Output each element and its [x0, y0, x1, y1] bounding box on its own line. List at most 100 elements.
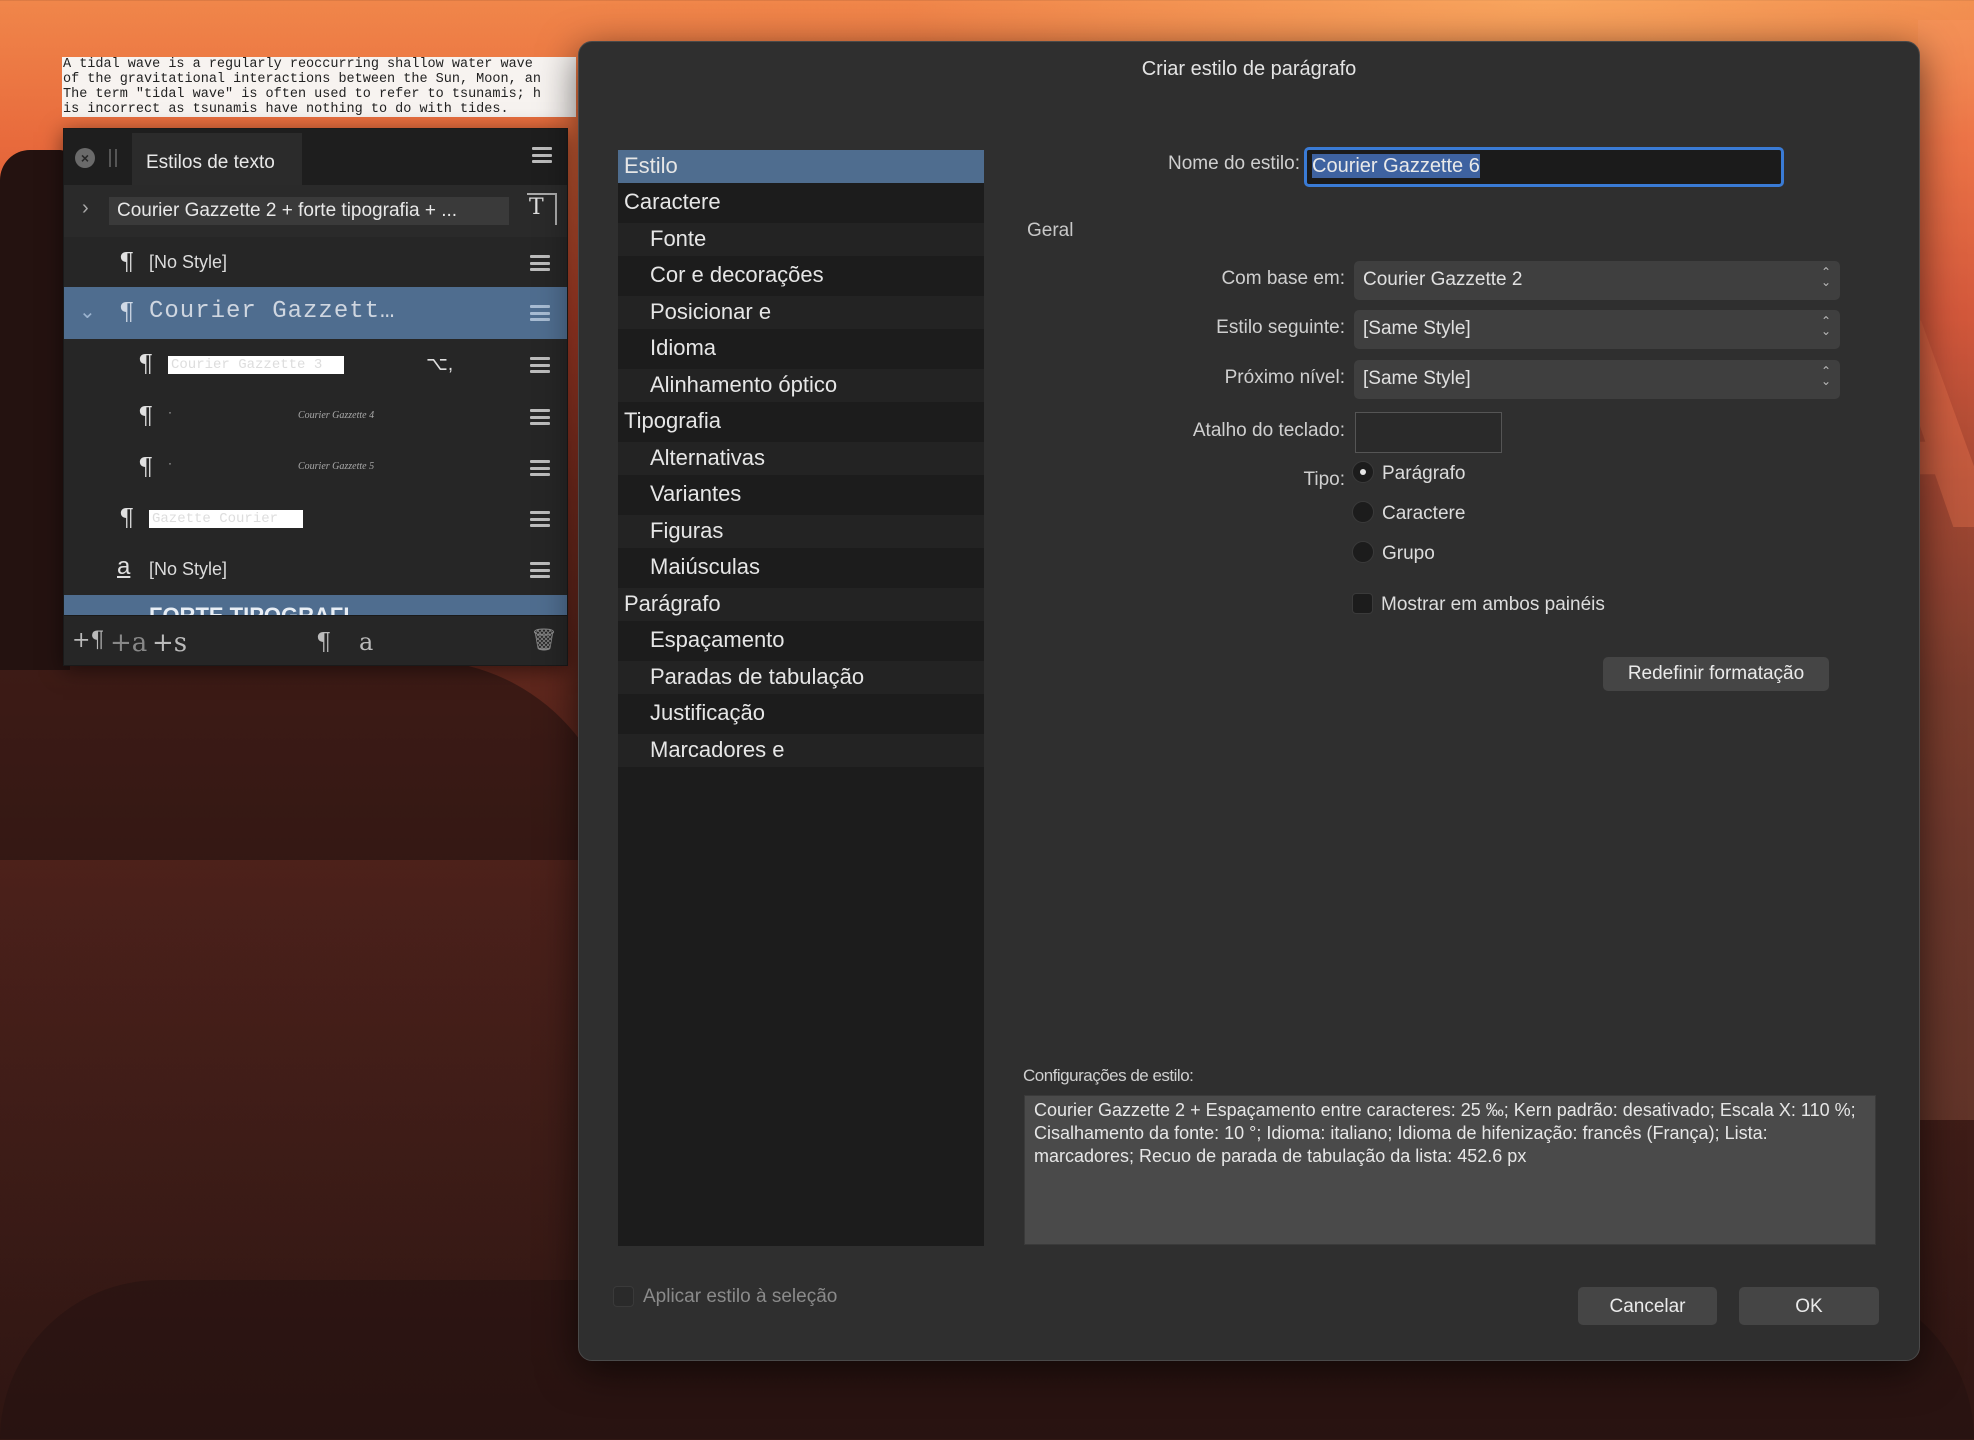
based-on-select[interactable]: Courier Gazzette 2 ⌃ ⌄: [1354, 261, 1840, 300]
style-name-input[interactable]: Courier Gazzette 6: [1304, 147, 1784, 187]
style-group-label: Courier Gazzette 2 + forte tipografia + …: [109, 197, 509, 225]
style-label: [No Style]: [149, 252, 228, 272]
next-level-label: Próximo nível:: [1224, 367, 1345, 388]
updown-chevron-icon: ⌃ ⌄: [1820, 364, 1831, 388]
radio-paragraph-label[interactable]: Parágrafo: [1382, 463, 1465, 485]
style-preview: Gazette Courier: [149, 510, 303, 528]
category-item[interactable]: Maiúsculas: [618, 551, 984, 584]
style-settings-label: Configurações de estilo:: [1023, 1066, 1194, 1085]
create-paragraph-style-dialog: Criar estilo de parágrafo Estilo Caracte…: [578, 41, 1920, 1361]
category-item[interactable]: Paradas de tabulação: [618, 661, 984, 694]
style-preview: Courier Gazzette 5: [298, 461, 375, 472]
text-tool-icon[interactable]: T: [527, 193, 557, 225]
category-item[interactable]: Marcadores e: [618, 734, 984, 767]
paragraph-icon: ¶: [119, 298, 135, 326]
panel-footer: +¶ +a +s ¶ a 🗑: [64, 615, 567, 665]
row-menu-icon[interactable]: [530, 511, 550, 527]
style-row[interactable]: ¶ · Courier Gazzette 5: [64, 442, 567, 493]
style-row[interactable]: ¶ Gazette Courier: [64, 493, 567, 544]
paragraph-icon: ¶: [119, 504, 135, 532]
chevron-right-icon[interactable]: ›: [82, 197, 89, 220]
document-text[interactable]: A tidal wave is a regularly reoccurring …: [62, 57, 576, 117]
next-level-value: [Same Style]: [1363, 368, 1471, 389]
trash-icon[interactable]: 🗑: [530, 628, 558, 653]
style-group-row[interactable]: › Courier Gazzette 2 + forte tipografia …: [64, 185, 567, 237]
dialog-title: Criar estilo de parágrafo: [1141, 58, 1357, 80]
character-style-icon: a: [117, 553, 131, 580]
row-menu-icon[interactable]: [530, 357, 550, 373]
next-style-value: [Same Style]: [1363, 318, 1471, 339]
category-item[interactable]: Justificação: [618, 697, 984, 730]
apply-paragraph-style-icon[interactable]: ¶: [316, 628, 331, 656]
next-style-select[interactable]: [Same Style] ⌃ ⌄: [1354, 310, 1840, 349]
panel-menu-icon[interactable]: [532, 147, 552, 163]
row-menu-icon[interactable]: [530, 255, 550, 271]
shortcut-input[interactable]: [1355, 412, 1502, 453]
category-item[interactable]: Espaçamento: [618, 624, 984, 657]
style-label: [No Style]: [149, 559, 228, 579]
row-menu-icon[interactable]: [530, 305, 550, 321]
based-on-label: Com base em:: [1221, 268, 1345, 289]
category-item[interactable]: Figuras: [618, 515, 984, 548]
row-menu-icon[interactable]: [530, 562, 550, 578]
close-icon[interactable]: ×: [75, 148, 95, 168]
panel-header: × Estilos de texto: [64, 129, 567, 185]
style-preview: Courier Gazzette 3: [168, 356, 344, 374]
style-row[interactable]: ¶ · Courier Gazzette 4: [64, 391, 567, 442]
paragraph-icon: ¶: [138, 453, 154, 481]
style-row[interactable]: ¶ Courier Gazzette 3 ⌥,: [64, 339, 567, 391]
paragraph-icon: ¶: [119, 248, 135, 276]
style-name-label: Nome do estilo:: [1167, 153, 1300, 174]
shortcut-label: Atalho do teclado:: [1192, 420, 1345, 441]
row-menu-icon[interactable]: [530, 409, 550, 425]
style-row[interactable]: a [No Style]: [64, 544, 567, 595]
paragraph-icon: ¶: [138, 350, 154, 378]
radio-paragraph[interactable]: [1352, 461, 1374, 483]
category-list: Estilo Caractere Fonte Cor e decorações …: [618, 150, 984, 1246]
next-style-label: Estilo seguinte:: [1216, 317, 1345, 338]
style-row-selected[interactable]: ⌄ ¶ Courier Gazzett…: [64, 287, 567, 339]
category-item[interactable]: Estilo: [618, 150, 984, 183]
apply-character-style-icon[interactable]: a: [359, 628, 373, 656]
dot: ·: [168, 405, 172, 419]
category-item[interactable]: Fonte: [618, 223, 984, 256]
add-group-style-icon[interactable]: +s: [152, 628, 187, 658]
shortcut-label: ⌥,: [426, 354, 454, 375]
reset-formatting-button[interactable]: Redefinir formatação: [1603, 657, 1829, 691]
type-label: Tipo:: [1303, 469, 1345, 490]
dot: ·: [168, 456, 172, 470]
category-item[interactable]: Idioma: [618, 332, 984, 365]
category-item[interactable]: Posicionar e: [618, 296, 984, 329]
apply-to-selection-checkbox[interactable]: [613, 1286, 634, 1307]
tree-silhouette: [0, 660, 620, 860]
radio-character-label[interactable]: Caractere: [1382, 503, 1465, 525]
general-section-label: Geral: [1027, 220, 1074, 241]
category-item[interactable]: Caractere: [618, 186, 984, 219]
category-item[interactable]: Alinhamento óptico: [618, 369, 984, 402]
style-label: Courier Gazzett…: [149, 298, 396, 325]
style-preview: Courier Gazzette 4: [298, 410, 375, 421]
panel-tab-text-styles[interactable]: Estilos de texto: [132, 133, 302, 185]
category-item[interactable]: Variantes: [618, 478, 984, 511]
style-row[interactable]: FORTE TIPOGRAFI: [64, 595, 567, 617]
show-both-label[interactable]: Mostrar em ambos painéis: [1381, 594, 1605, 616]
add-character-style-icon[interactable]: +a: [110, 628, 147, 658]
radio-group[interactable]: [1352, 541, 1374, 563]
ok-button[interactable]: OK: [1739, 1287, 1879, 1325]
next-level-select[interactable]: [Same Style] ⌃ ⌄: [1354, 360, 1840, 399]
category-item[interactable]: Cor e decorações: [618, 259, 984, 292]
category-item[interactable]: Parágrafo: [618, 588, 984, 621]
cancel-button[interactable]: Cancelar: [1578, 1287, 1717, 1325]
grip-icon[interactable]: [109, 149, 117, 167]
style-row[interactable]: ¶ [No Style]: [64, 237, 567, 288]
chevron-down-icon[interactable]: ⌄: [79, 299, 96, 324]
text-styles-panel: × Estilos de texto › Courier Gazzette 2 …: [63, 128, 568, 666]
category-item[interactable]: Alternativas: [618, 442, 984, 475]
row-menu-icon[interactable]: [530, 460, 550, 476]
radio-character[interactable]: [1352, 501, 1374, 523]
apply-to-selection-label[interactable]: Aplicar estilo à seleção: [643, 1286, 837, 1308]
category-item[interactable]: Tipografia: [618, 405, 984, 438]
radio-group-label[interactable]: Grupo: [1382, 543, 1435, 565]
add-paragraph-style-icon[interactable]: +¶: [72, 628, 104, 653]
show-both-checkbox[interactable]: [1352, 593, 1373, 614]
